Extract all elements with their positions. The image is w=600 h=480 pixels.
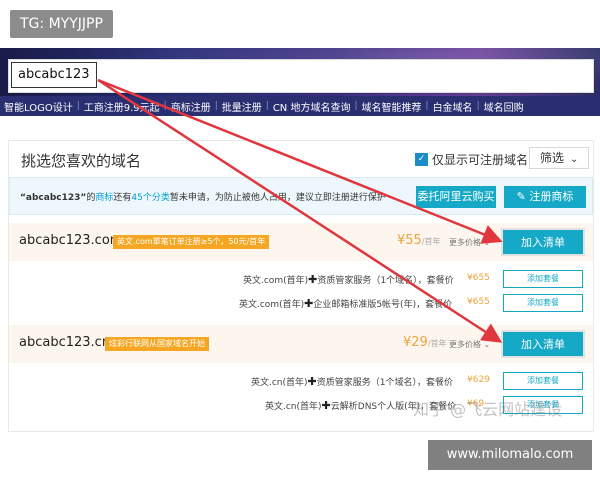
bundle-price: ¥629: [467, 375, 490, 385]
tg-label: TG: MYYJJPP: [10, 10, 113, 38]
bundle-item: 云解析DNS个人版(年): [330, 402, 421, 412]
entrust-purchase-button[interactable]: 委托阿里云购买: [416, 186, 496, 208]
add-to-list-button[interactable]: 加入清单: [503, 230, 583, 254]
notice-text: “abcabc123”的商标还有45个分类暂未申请，为防止被他人占用，建议立即注…: [20, 190, 386, 203]
bundle-prefix: 英文.cn(首年): [265, 402, 322, 412]
nav-item-domain-buyback[interactable]: 域名回购: [480, 99, 528, 114]
nav-item-cn-local-domain[interactable]: CN 地方域名查询: [269, 99, 355, 114]
plus-icon: ✚: [307, 375, 317, 388]
plus-icon: ✚: [304, 297, 314, 310]
plus-icon: ✚: [308, 273, 318, 286]
domain-name: abcabc123.cn: [19, 335, 111, 350]
search-bar[interactable]: abcabc123: [8, 59, 594, 93]
bundle-suffix: ，套餐价: [417, 276, 454, 286]
more-price-label: 更多价格: [449, 238, 481, 247]
filter-label: 筛选: [540, 151, 565, 165]
add-bundle-button[interactable]: 添加套餐: [503, 372, 583, 390]
trademark-notice: “abcabc123”的商标还有45个分类暂未申请，为防止被他人占用，建议立即注…: [9, 177, 593, 215]
register-trademark-button[interactable]: ✎ 注册商标: [504, 186, 586, 208]
price-value: ¥55: [397, 233, 422, 248]
more-price-label: 更多价格: [449, 340, 481, 349]
notice-categories: 45个分类: [131, 193, 170, 203]
register-trademark-label: 注册商标: [529, 190, 574, 203]
notice-de: 的: [86, 193, 96, 203]
add-to-list-button[interactable]: 加入清单: [503, 332, 583, 356]
promo-tag: 英文.com單笔订单注册≥5个，50元/首年: [113, 235, 270, 249]
nav-item-smart-recommend[interactable]: 域名智能推荐: [358, 99, 426, 114]
nav-item-platinum-domain[interactable]: 白金域名: [429, 99, 477, 114]
chevron-down-icon: ⌄: [483, 238, 491, 247]
more-price-toggle[interactable]: 更多价格 ⌄: [449, 339, 490, 350]
nav-item-trademark-registration[interactable]: 商标注册: [167, 99, 215, 114]
add-bundle-button[interactable]: 添加套餐: [503, 270, 583, 288]
filter-dropdown[interactable]: 筛选 ⌄: [529, 147, 589, 169]
price-value: ¥29: [403, 335, 428, 350]
price-unit: /首年: [421, 237, 441, 246]
bundle-prefix: 英文.com(首年): [243, 276, 309, 286]
edit-icon: ✎: [516, 190, 530, 203]
bundle-row: 英文.com(首年)✚资质管家服务（1个域名），套餐价 ¥655 添加套餐: [9, 267, 593, 291]
bundle-prefix: 英文.com(首年): [239, 300, 305, 310]
site-url-badge: www.milomalo.com: [428, 440, 592, 470]
add-bundle-button[interactable]: 添加套餐: [503, 294, 583, 312]
bundle-suffix: ，套餐价: [416, 300, 453, 310]
bundle-prefix: 英文.cn(首年): [251, 378, 308, 388]
domain-result-row: abcabc123.cn 炫彩行联网从国家域名开始 ¥29/首年 更多价格 ⌄ …: [9, 325, 593, 363]
price-unit: /首年: [427, 339, 447, 348]
domain-price: ¥29/首年: [403, 335, 447, 350]
bundle-suffix: ，套餐价: [417, 378, 454, 388]
domain-results-card: 挑选您喜欢的域名 ✓ 仅显示可注册域名 筛选 ⌄ “abcabc123”的商标还有…: [8, 140, 594, 432]
bundle-price: ¥655: [467, 273, 490, 283]
plus-icon: ✚: [321, 399, 331, 412]
nav-item-logo-design[interactable]: 智能LOGO设计: [0, 99, 77, 114]
bundle-item: 企业邮箱标准版5帐号(年): [313, 300, 417, 310]
bundle-item: 资质管家服务（1个域名）: [316, 378, 417, 388]
card-title: 挑选您喜欢的域名: [21, 152, 142, 170]
zhihu-watermark: 知乎 @飞云网站建设: [413, 400, 563, 419]
notice-quote: “abcabc123”: [20, 193, 87, 203]
bundle-price: ¥655: [467, 297, 490, 307]
top-nav: 智能LOGO设计 | 工商注册9.9元起 | 商标注册 | 批量注册 | CN …: [0, 96, 600, 116]
only-registrable-label: 仅显示可注册域名: [432, 153, 529, 167]
bundle-desc: 英文.com(首年)✚资质管家服务（1个域名），套餐价: [243, 273, 454, 286]
only-registrable-toggle[interactable]: ✓ 仅显示可注册域名: [415, 151, 528, 168]
promo-tag: 炫彩行联网从国家域名开始: [105, 337, 209, 351]
bundle-item: 资质管家服务（1个域名）: [317, 276, 418, 286]
bundle-row: 英文.cn(首年)✚资质管家服务（1个域名），套餐价 ¥629 添加套餐: [9, 369, 593, 393]
chevron-down-icon: ⌄: [570, 154, 579, 165]
bundle-row: 英文.com(首年)✚企业邮箱标准版5帐号(年)，套餐价 ¥655 添加套餐: [9, 291, 593, 315]
domain-result-row: abcabc123.com 英文.com單笔订单注册≥5个，50元/首年 ¥55…: [9, 223, 593, 261]
search-input[interactable]: abcabc123: [11, 62, 97, 88]
domain-price: ¥55/首年: [397, 233, 441, 248]
notice-trademark-link[interactable]: 商标: [95, 193, 113, 203]
notice-rest: 暂未申请，为防止被他人占用，建议立即注册进行保护: [169, 193, 386, 203]
bundle-desc: 英文.cn(首年)✚资质管家服务（1个域名），套餐价: [251, 375, 453, 388]
more-price-toggle[interactable]: 更多价格 ⌄: [449, 237, 490, 248]
nav-item-bulk-registration[interactable]: 批量注册: [218, 99, 266, 114]
bundle-desc: 英文.com(首年)✚企业邮箱标准版5帐号(年)，套餐价: [239, 297, 452, 310]
nav-item-business-registration[interactable]: 工商注册9.9元起: [80, 99, 164, 114]
checkbox-checked-icon[interactable]: ✓: [415, 153, 428, 166]
domain-name: abcabc123.com: [19, 233, 123, 248]
chevron-down-icon: ⌄: [483, 340, 491, 349]
notice-still-have: 还有: [113, 193, 132, 203]
